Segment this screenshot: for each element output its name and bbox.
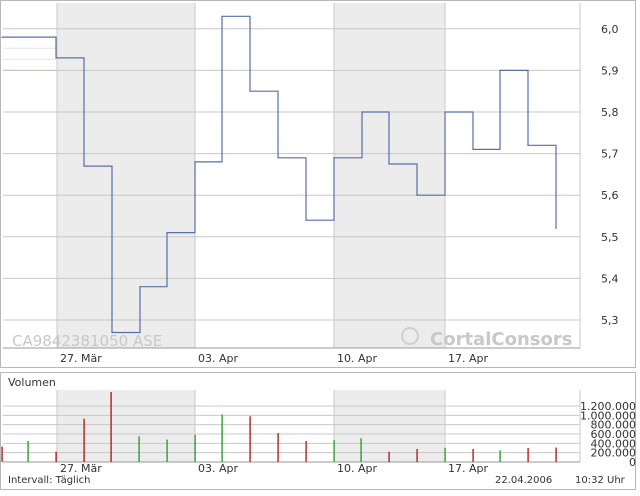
volume-panel: Volumen1.200.0001.000.000800.000600.0004…: [0, 372, 636, 490]
price-y-tick-label: 5,9: [601, 64, 619, 77]
price-point: [249, 90, 251, 92]
price-point: [194, 161, 196, 163]
volume-bar: [83, 418, 85, 462]
week-band-2: [334, 3, 445, 348]
volume-bar: [1, 446, 3, 462]
volume-bar: [55, 451, 57, 462]
price-point: [361, 111, 363, 113]
price-point: [221, 15, 223, 17]
price-point: [527, 144, 529, 146]
price-point: [1, 36, 3, 38]
price-point: [305, 219, 307, 221]
volume-week-band-2: [334, 390, 445, 462]
volume-bar: [277, 433, 279, 462]
watermark-isin: CA9842381050 ASE: [12, 332, 162, 350]
volume-bar: [333, 440, 335, 462]
price-point: [55, 57, 57, 59]
price-panel: 6,0 5,9 5,8 5,7 5,6 5,5 5,4 5,3 CA9842381050 ASE…: [0, 0, 636, 368]
volume-x-tick-label: 03. Apr: [198, 462, 238, 475]
volume-bar: [221, 414, 223, 462]
price-point: [444, 111, 446, 113]
price-point: [555, 227, 557, 230]
chart-svg: 6,0 5,9 5,8 5,7 5,6 5,5 5,4 5,3 CA9842381050 ASE…: [0, 0, 636, 490]
volume-bar: [527, 448, 529, 462]
volume-bar: [194, 434, 196, 462]
price-point: [111, 331, 113, 334]
volume-x-tick-label: 17. Apr: [448, 462, 488, 475]
price-point: [388, 163, 390, 165]
price-x-tick-label: 17. Apr: [448, 352, 488, 365]
price-point: [277, 157, 279, 159]
watermark-logo: CortalConsors: [430, 329, 572, 350]
volume-bar: [360, 438, 362, 462]
volume-bar: [27, 441, 29, 462]
price-y-tick-label: 5,5: [601, 231, 619, 244]
price-y-tick-label: 5,6: [601, 189, 619, 202]
price-x-tick-label: 10. Apr: [337, 352, 377, 365]
price-y-tick-label: 5,3: [601, 314, 619, 327]
price-y-tick-label: 6,0: [601, 23, 619, 36]
volume-bar: [388, 451, 390, 462]
volume-bar: [166, 439, 168, 462]
price-y-tick-label: 5,4: [601, 272, 619, 285]
price-y-tick-label: 5,8: [601, 106, 619, 119]
price-point: [139, 286, 141, 288]
volume-x-tick-label: 27. Mär: [60, 462, 102, 475]
price-point: [416, 194, 418, 196]
price-x-tick-label: 03. Apr: [198, 352, 238, 365]
price-point: [499, 69, 501, 71]
volume-bar: [249, 416, 251, 462]
volume-title: Volumen: [8, 376, 56, 389]
volume-bar: [138, 436, 140, 462]
volume-bar: [110, 392, 112, 462]
price-point: [166, 232, 168, 234]
footer-time: 10:32 Uhr: [575, 475, 626, 486]
volume-bar: [555, 447, 557, 462]
price-point: [83, 165, 85, 167]
footer-interval: Intervall: Täglich: [8, 475, 90, 486]
price-y-tick-label: 5,7: [601, 148, 619, 161]
price-point: [333, 157, 335, 159]
chart-root: 6,0 5,9 5,8 5,7 5,6 5,5 5,4 5,3 CA9842381050 ASE…: [0, 0, 640, 492]
volume-bar: [499, 450, 501, 462]
week-band-1: [57, 3, 195, 348]
price-point: [472, 148, 474, 151]
volume-bar: [416, 448, 418, 462]
volume-y-tick-label: 0: [629, 456, 636, 469]
volume-bar: [472, 448, 474, 462]
footer-date: 22.04.2006: [495, 475, 552, 486]
volume-bar: [444, 448, 446, 462]
volume-week-band-1: [57, 390, 195, 462]
volume-x-tick-label: 10. Apr: [337, 462, 377, 475]
price-x-tick-label: 27. Mär: [60, 352, 102, 365]
volume-bar: [305, 441, 307, 462]
